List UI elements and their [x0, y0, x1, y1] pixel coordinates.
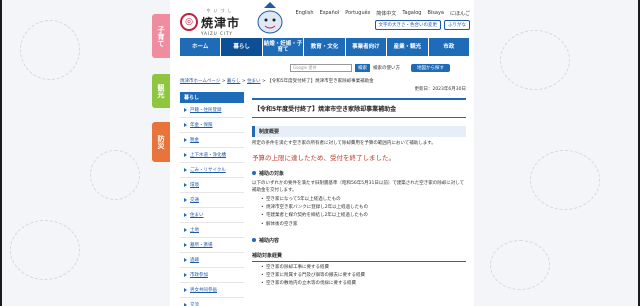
mascot-watermark — [500, 30, 570, 90]
main-page: ◎ やいづし 焼津市 YAIZU CITY English Español Po… — [170, 0, 474, 306]
lang-portuguese[interactable]: Português — [345, 10, 370, 17]
requirement-list: 空き家になって5年以上経過したもの 焼津市空き家バンクに登録し2年以上経過したも… — [252, 196, 466, 228]
lang-chinese[interactable]: 简体中文 — [376, 10, 396, 17]
furigana-button[interactable]: ふりがな — [444, 20, 470, 30]
list-item: 空き家の敷地内の立木等の伐採に要する経費 — [261, 280, 466, 288]
list-item: 空き家に附属する門及び塀等の撤去に要する経費 — [261, 272, 466, 280]
page-title: 【令和5年度受付終了】焼津市空き家除却事業補助金 — [252, 98, 466, 118]
breadcrumb-home[interactable]: 焼津市ホームページ — [180, 79, 220, 84]
sidebar: 暮らし 戸籍・住民登録 年金・保険 税金 上下水道・浄化槽 ごみ・リサイクル 環… — [180, 92, 244, 306]
sidebar-item[interactable]: 税金 — [180, 133, 244, 148]
main-content: 更新日：2023年6月30日 【令和5年度受付終了】焼津市空き家除却事業補助金 … — [252, 86, 466, 288]
side-tab-kanko[interactable]: 観光 — [152, 74, 170, 108]
paragraph: 以下のいずれかの要件を満たす旧耐震基準（昭和56年5月31日以前）で建築された空… — [252, 180, 465, 193]
side-tabs: 子育て 観光 防災 — [152, 14, 170, 166]
breadcrumb-sumai[interactable]: 住まい — [247, 79, 261, 84]
subsection-heading: 補助の対象 — [252, 170, 466, 177]
mascot-watermark — [530, 150, 600, 210]
sidebar-item[interactable]: ごみ・リサイクル — [180, 163, 244, 178]
breadcrumb-kurashi[interactable]: 暮らし — [227, 79, 241, 84]
list-item: 宅建業者と媒介契約を締結し2年以上経過したもの — [261, 212, 466, 220]
search-input[interactable]: Google 提供 — [290, 64, 352, 72]
window-edge-left — [0, 0, 2, 306]
updated-date: 更新日：2023年6月30日 — [414, 87, 466, 92]
mascot-watermark — [20, 20, 80, 80]
sidebar-item[interactable]: 交通 — [180, 193, 244, 208]
subsection-heading: 補助内容 — [252, 237, 466, 244]
mascot-icon — [257, 2, 283, 34]
sidebar-item[interactable]: 過疎 — [180, 253, 244, 268]
site-logo[interactable]: ◎ やいづし 焼津市 YAIZU CITY — [180, 8, 240, 36]
mascot-watermark — [490, 240, 550, 290]
lang-tagalog[interactable]: Tagalog — [402, 10, 421, 17]
sidebar-item[interactable]: 墓所・斎場 — [180, 238, 244, 253]
gnav-home[interactable]: ホーム — [180, 38, 222, 56]
logo-name: 焼津市 — [201, 16, 241, 30]
gnav-shisei[interactable]: 市政 — [428, 38, 470, 56]
search-help-link[interactable]: 検索の使い方 — [373, 65, 400, 71]
gnav-kyoiku[interactable]: 教育・文化 — [304, 38, 346, 56]
logo-en: YAIZU CITY — [201, 31, 233, 36]
gnav-sangyo[interactable]: 産業・観光 — [387, 38, 429, 56]
gnav-kurashi[interactable]: 暮らし — [221, 38, 263, 56]
search-button[interactable]: 検索 — [355, 64, 370, 72]
map-search-button[interactable]: 地図から探す — [411, 64, 450, 72]
sidebar-item[interactable]: 住まい — [180, 208, 244, 223]
list-item: 解体後の空き家 — [261, 221, 466, 229]
background-pattern-left — [0, 0, 170, 306]
bullet-icon — [252, 171, 256, 176]
global-nav: ホーム 暮らし 結婚・妊娠・子育て 教育・文化 事業者向け 産業・観光 市政 — [180, 38, 470, 56]
city-emblem-icon: ◎ — [180, 13, 198, 31]
side-tab-bosai[interactable]: 防災 — [152, 122, 170, 162]
gnav-jigyosha[interactable]: 事業者向け — [345, 38, 388, 56]
sidebar-item[interactable]: 年金・保険 — [180, 118, 244, 133]
subsection-label: 補助内容 — [259, 237, 280, 244]
paragraph: 所定の条件を満たす空き家の所有者に対して除却費用を予算の範囲内において補助します… — [252, 141, 436, 146]
logo-ruby: やいづし — [206, 8, 235, 13]
breadcrumb-current: 【令和5年度受付終了】焼津市空き家除却事業補助金 — [267, 79, 374, 84]
sidebar-item[interactable]: 市政参加 — [180, 268, 244, 283]
section-heading: 制度概要 — [252, 126, 466, 137]
list-item: 焼津市空き家バンクに登録し2年以上経過したもの — [261, 204, 466, 212]
list-item: 空き家になって5年以上経過したもの — [261, 196, 466, 204]
sub-subsection-heading: 補助対象経費 — [252, 250, 466, 262]
mascot-watermark — [10, 220, 80, 280]
sidebar-item[interactable]: 環境 — [180, 178, 244, 193]
background-pattern-right — [470, 0, 640, 306]
expense-list: 空き家の除却工事に要する経費 空き家に附属する門及び塀等の撤去に要する経費 空き… — [252, 264, 466, 288]
gnav-kosodate[interactable]: 結婚・妊娠・子育て — [262, 38, 305, 56]
side-tab-kosodate[interactable]: 子育て — [152, 14, 170, 58]
subsection-label: 補助の対象 — [259, 170, 285, 177]
logo-text: やいづし 焼津市 YAIZU CITY — [201, 8, 240, 36]
language-links: English Español Português 简体中文 Tagalog B… — [296, 10, 471, 17]
sidebar-item[interactable]: 男女共同参画 — [180, 283, 244, 298]
lang-bisaya[interactable]: Bisaya — [427, 10, 444, 17]
lang-spanish[interactable]: Español — [320, 10, 340, 17]
site-header: ◎ やいづし 焼津市 YAIZU CITY English Español Po… — [170, 0, 474, 38]
closed-notice: 予算の上限に達したため、受付を終了しました。 — [252, 153, 395, 162]
lang-japanese[interactable]: にほんご — [450, 10, 470, 17]
breadcrumb: 焼津市ホームページ > 暮らし > 住まい > 【令和5年度受付終了】焼津市空き… — [180, 79, 374, 84]
utility-buttons: 文字の大きさ・色合いの変更 ふりがな — [374, 20, 470, 30]
sidebar-item[interactable]: 土地 — [180, 223, 244, 238]
search-row: Google 提供 検索 検索の使い方 地図から探す — [290, 64, 450, 72]
lang-english[interactable]: English — [296, 10, 314, 17]
bullet-icon — [252, 238, 256, 243]
mascot-watermark — [90, 150, 140, 200]
sidebar-item[interactable]: 上下水道・浄化槽 — [180, 148, 244, 163]
sidebar-item[interactable]: 交流 — [180, 298, 244, 306]
sidebar-heading: 暮らし — [180, 92, 244, 103]
text-size-color-button[interactable]: 文字の大きさ・色合いの変更 — [374, 20, 441, 30]
list-item: 空き家の除却工事に要する経費 — [261, 264, 466, 272]
sidebar-item[interactable]: 戸籍・住民登録 — [180, 103, 244, 118]
